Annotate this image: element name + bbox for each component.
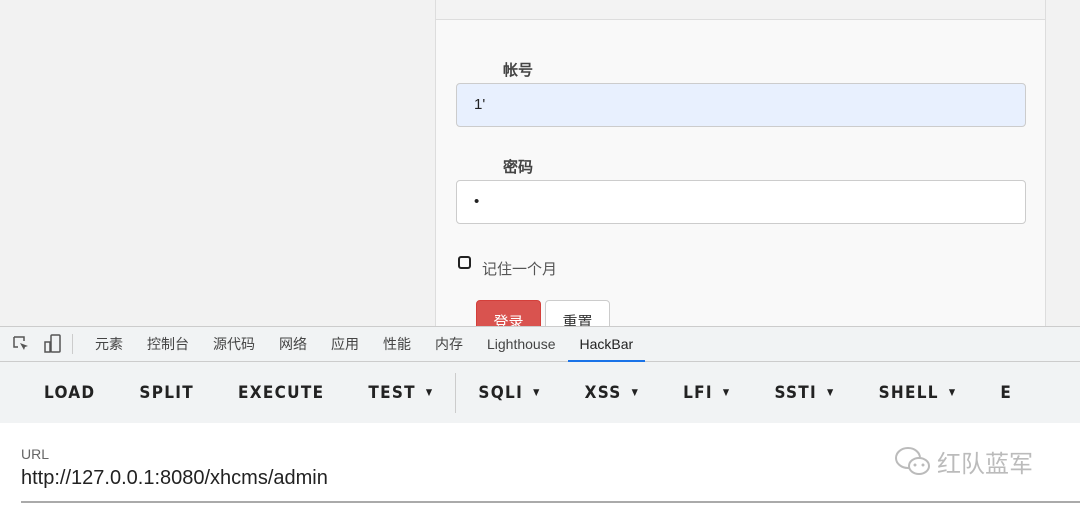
encoding-label: E xyxy=(1000,382,1013,403)
shell-dropdown[interactable]: SHELL ▼ xyxy=(857,383,979,403)
load-label: LOAD xyxy=(44,382,96,403)
panel-header xyxy=(436,0,1045,20)
reset-button[interactable]: 重置 xyxy=(545,300,610,326)
ssti-label: SSTI xyxy=(774,382,818,403)
username-input[interactable]: 1' xyxy=(456,83,1026,127)
execute-button[interactable]: EXECUTE xyxy=(216,383,346,403)
divider xyxy=(72,334,73,354)
encoding-dropdown[interactable]: E xyxy=(978,383,1034,403)
watermark-text: 红队蓝军 xyxy=(937,451,1033,478)
remember-checkbox[interactable] xyxy=(458,256,471,269)
xss-dropdown[interactable]: XSS ▼ xyxy=(563,383,662,403)
password-label: 密码 xyxy=(503,159,534,176)
username-label: 帐号 xyxy=(503,62,534,79)
tab-application[interactable]: 应用 xyxy=(319,327,371,362)
devtools-tabbar: 元素 控制台 源代码 网络 应用 性能 内存 Lighthouse HackBa… xyxy=(0,326,1080,362)
tab-sources[interactable]: 源代码 xyxy=(201,327,267,362)
xss-label: XSS xyxy=(584,382,622,403)
wechat-icon xyxy=(895,446,930,475)
watermark: 红队蓝军 xyxy=(893,444,1033,479)
tab-hackbar[interactable]: HackBar xyxy=(567,327,646,362)
caret-down-icon: ▼ xyxy=(533,387,541,398)
load-button[interactable]: LOAD xyxy=(22,383,117,403)
caret-down-icon: ▼ xyxy=(827,387,835,398)
split-label: SPLIT xyxy=(139,382,195,403)
hackbar-toolbar: LOAD SPLIT EXECUTE TEST ▼ SQLI ▼ XSS ▼ LFI ▼… xyxy=(0,362,1080,423)
device-toolbar-icon[interactable] xyxy=(42,333,64,355)
caret-down-icon: ▼ xyxy=(948,387,957,398)
ssti-dropdown[interactable]: SSTI ▼ xyxy=(752,383,856,403)
sqli-label: SQLI xyxy=(478,382,524,403)
inspect-element-icon[interactable] xyxy=(10,333,32,355)
caret-down-icon: ▼ xyxy=(722,387,731,398)
sqli-dropdown[interactable]: SQLI ▼ xyxy=(456,383,562,403)
tab-console[interactable]: 控制台 xyxy=(135,327,201,362)
tab-memory[interactable]: 内存 xyxy=(423,327,475,362)
tab-elements[interactable]: 元素 xyxy=(83,327,135,362)
login-panel: 帐号 1' 密码 • 记住一个月 登录 重置 xyxy=(435,0,1046,326)
tab-performance[interactable]: 性能 xyxy=(371,327,423,362)
url-underline xyxy=(21,501,1080,503)
tab-lighthouse[interactable]: Lighthouse xyxy=(475,327,568,362)
test-label: TEST xyxy=(368,382,416,403)
split-button[interactable]: SPLIT xyxy=(117,383,216,403)
login-button[interactable]: 登录 xyxy=(476,300,541,326)
lfi-dropdown[interactable]: LFI ▼ xyxy=(661,383,752,403)
caret-down-icon: ▼ xyxy=(425,387,434,398)
password-input[interactable]: • xyxy=(456,180,1026,224)
caret-down-icon: ▼ xyxy=(631,387,640,398)
execute-label: EXECUTE xyxy=(238,382,325,403)
test-dropdown[interactable]: TEST ▼ xyxy=(346,383,455,403)
webpage: 帐号 1' 密码 • 记住一个月 登录 重置 xyxy=(0,0,1080,326)
shell-label: SHELL xyxy=(878,382,939,403)
tab-network[interactable]: 网络 xyxy=(267,327,319,362)
remember-label: 记住一个月 xyxy=(482,261,558,278)
url-label: URL xyxy=(21,446,50,462)
lfi-label: LFI xyxy=(683,382,713,403)
url-input[interactable]: http://127.0.0.1:8080/xhcms/admin xyxy=(21,467,328,490)
